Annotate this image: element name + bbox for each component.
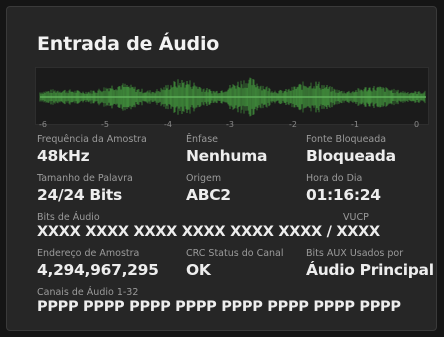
channels-value: PPPP PPPP PPPP PPPP PPPP PPPP PPPP PPPP <box>37 299 401 315</box>
word-length-label: Tamanho de Palavra <box>37 173 133 184</box>
origin-value: ABC2 <box>186 186 231 204</box>
scale-tick: -1 <box>351 120 359 129</box>
locked-source-label: Fonte Bloqueada <box>306 134 387 145</box>
audio-waveform-meter <box>35 67 429 125</box>
panel-title: Entrada de Áudio <box>37 33 220 55</box>
time-of-day-label: Hora do Dia <box>306 173 363 184</box>
sample-address-value: 4,294,967,295 <box>37 261 159 279</box>
emphasis-value: Nenhuma <box>186 147 268 165</box>
scale-tick: -6 <box>39 120 47 129</box>
audio-bits-value: XXXX XXXX XXXX XXXX XXXX XXXX / XXXX <box>37 224 380 240</box>
scale-tick: -3 <box>226 120 234 129</box>
locked-source-value: Bloqueada <box>306 147 396 165</box>
crc-status-value: OK <box>186 261 211 279</box>
sample-address-label: Endereço de Amostra <box>37 248 140 259</box>
emphasis-label: Ênfase <box>186 134 218 145</box>
vucp-label: VUCP <box>343 212 369 223</box>
scale-tick: -4 <box>164 120 172 129</box>
origin-label: Origem <box>186 173 222 184</box>
scale-tick: -5 <box>101 120 109 129</box>
crc-status-label: CRC Status do Canal <box>186 248 284 259</box>
aux-bits-value: Áudio Principal <box>306 261 434 279</box>
waveform-graph <box>39 77 426 117</box>
scale-tick: -2 <box>289 120 297 129</box>
scale-tick: 0 <box>414 120 420 129</box>
sample-rate-label: Frequência da Amostra <box>37 134 147 145</box>
audio-bits-label: Bits de Áudio <box>37 212 100 223</box>
audio-input-panel: Entrada de Áudio -6 -5 -4 -3 -2 -1 0 Fre… <box>6 6 437 331</box>
time-of-day-value: 01:16:24 <box>306 186 381 204</box>
aux-bits-label: Bits AUX Usados por <box>306 248 404 259</box>
sample-rate-value: 48kHz <box>37 147 90 165</box>
channels-label: Canais de Áudio 1-32 <box>37 287 139 298</box>
word-length-value: 24/24 Bits <box>37 186 122 204</box>
